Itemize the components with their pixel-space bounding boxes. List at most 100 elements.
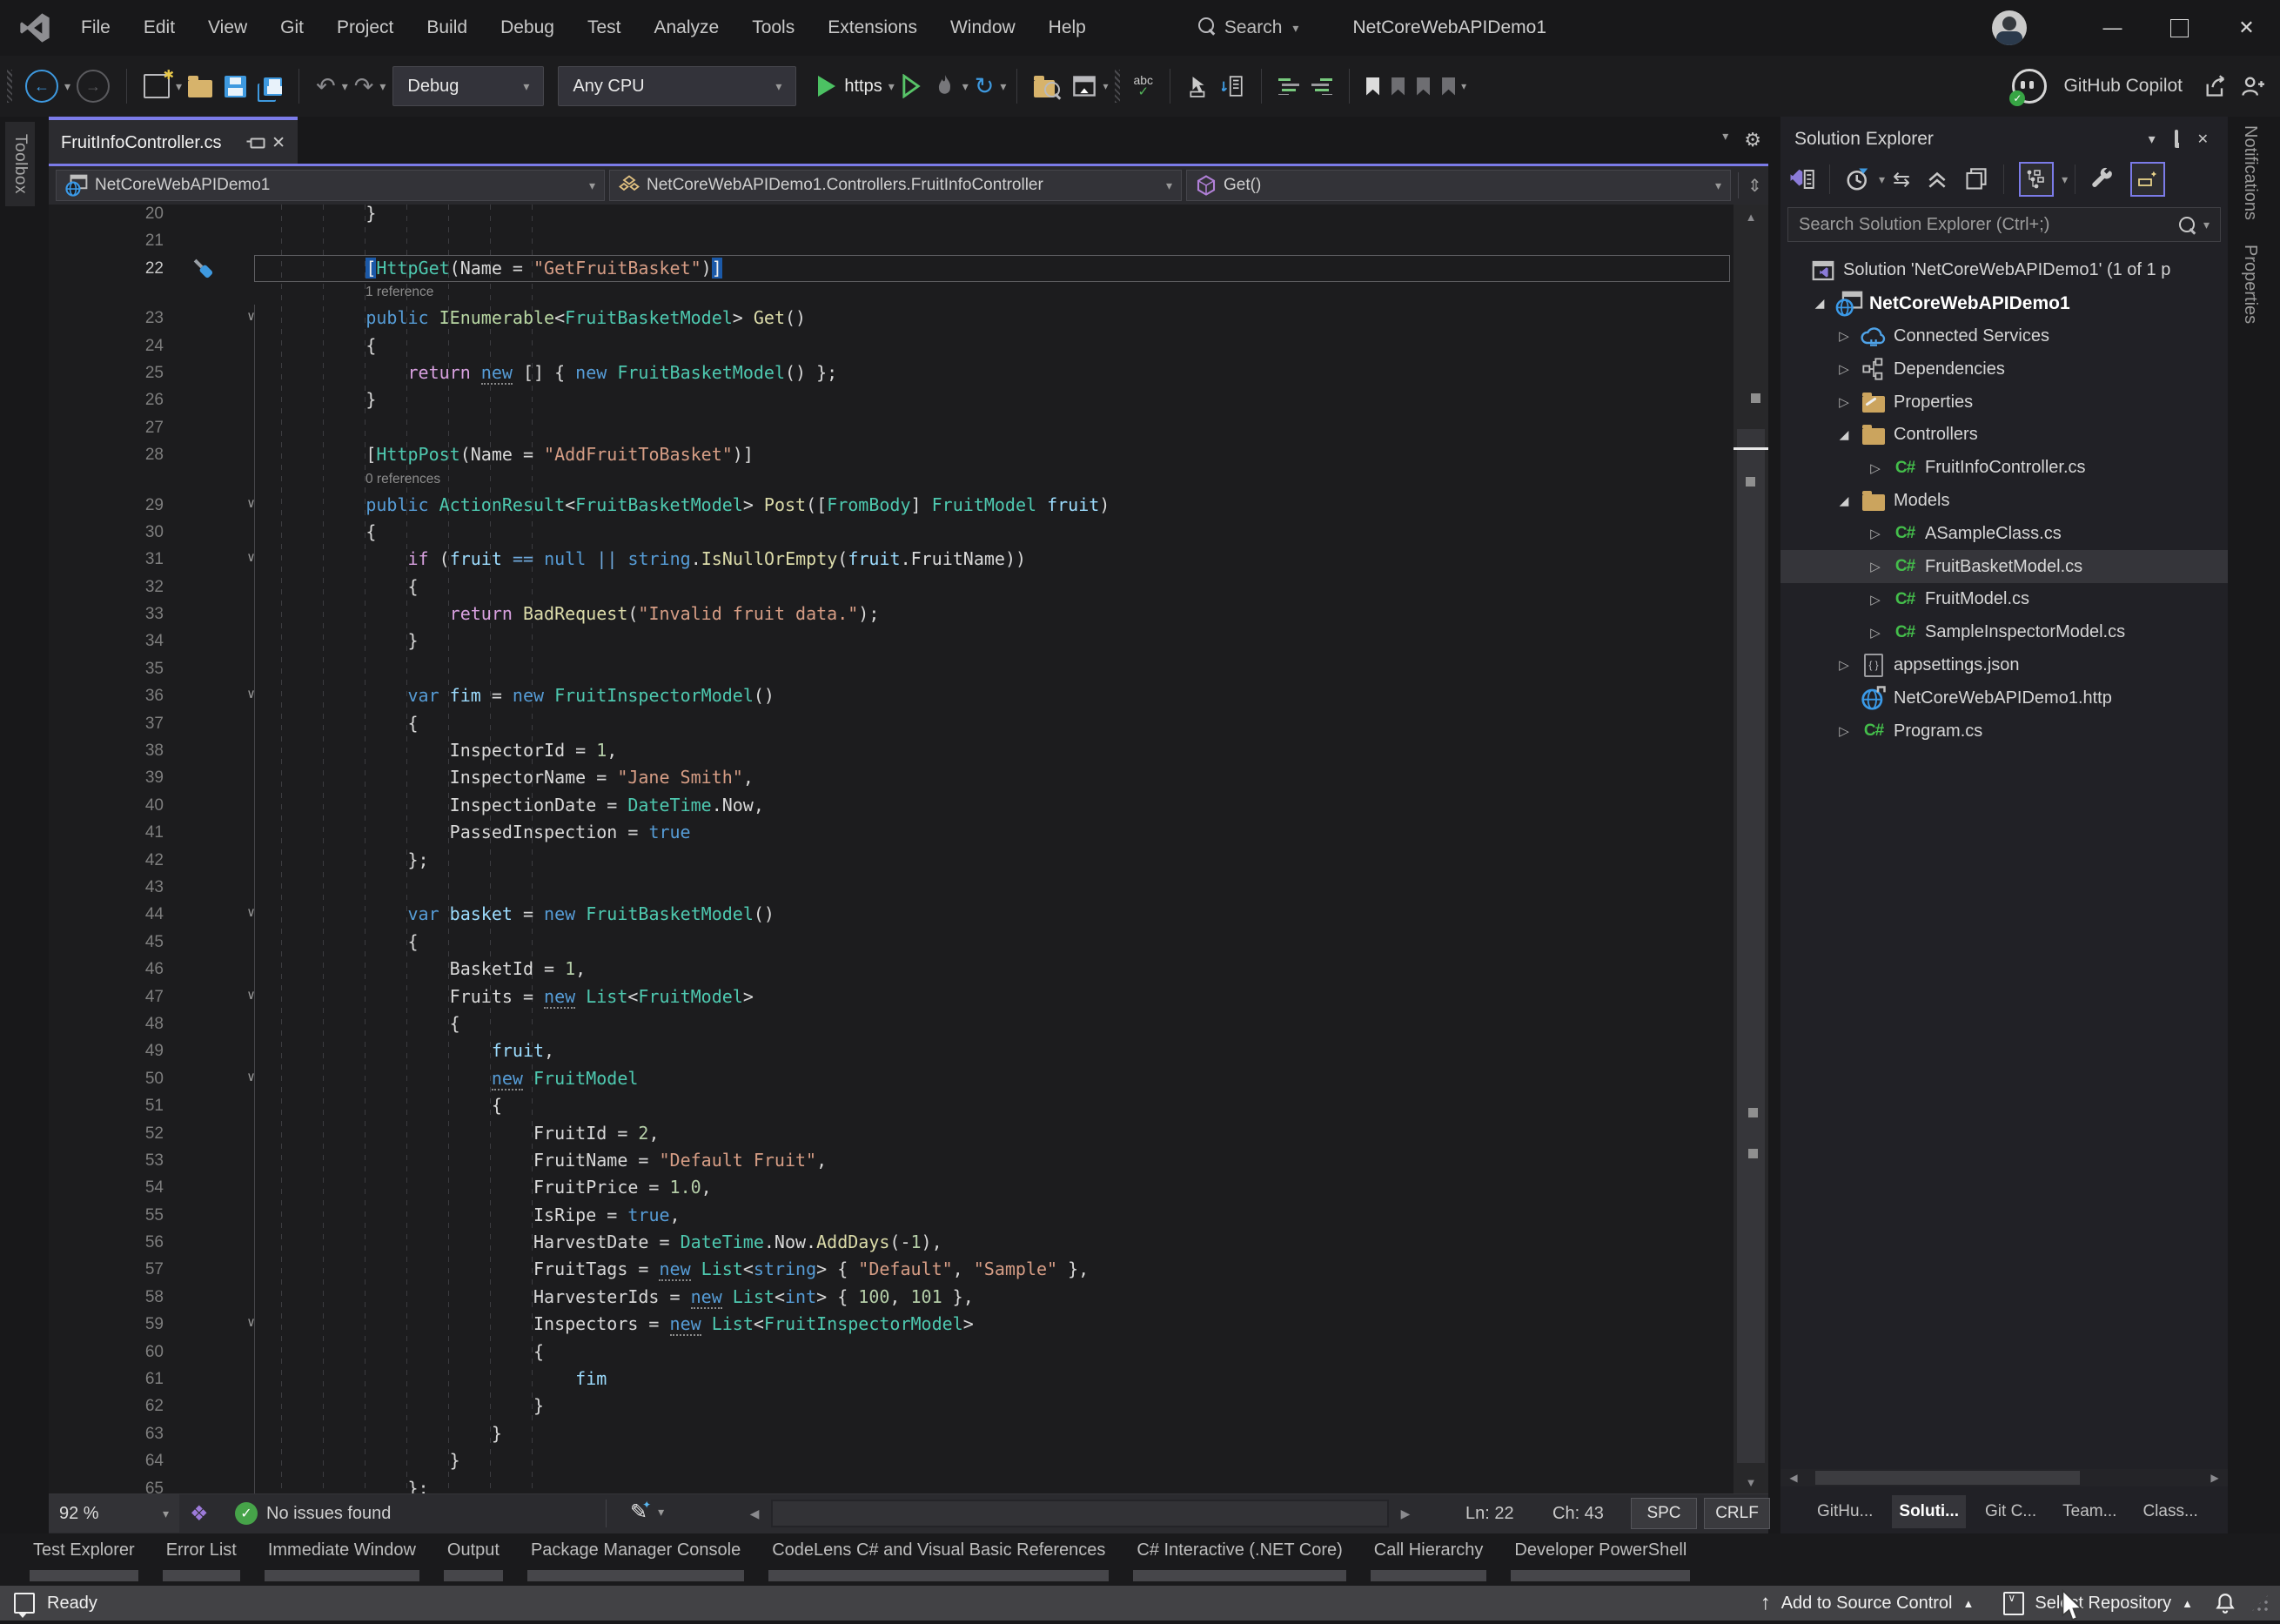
code-line-52[interactable]: 52 FruitId = 2, — [49, 1120, 1733, 1147]
document-list-dropdown[interactable]: ▾ — [1722, 129, 1728, 151]
line-number-32[interactable]: 32 — [49, 574, 179, 601]
new-project-dropdown[interactable]: ▾ — [176, 79, 182, 94]
tool-tab-git-c[interactable]: Git C... — [1978, 1495, 2043, 1528]
issues-indicator[interactable]: ✓ No issues found — [235, 1494, 391, 1533]
expander-collapsed-icon[interactable]: ▷ — [1862, 592, 1888, 607]
menu-debug[interactable]: Debug — [484, 0, 571, 56]
line-number-51[interactable]: 51 — [49, 1092, 179, 1119]
line-number-30[interactable]: 30 — [49, 519, 179, 546]
pending-changes-filter-icon[interactable] — [1845, 166, 1871, 192]
line-number-33[interactable]: 33 — [49, 601, 179, 627]
code-line-34[interactable]: 34 } — [49, 627, 1733, 654]
line-number-64[interactable]: 64 — [49, 1447, 179, 1474]
line-number-63[interactable]: 63 — [49, 1420, 179, 1447]
tree-item-fruitmodel-cs[interactable]: ▷C#FruitModel.cs — [1780, 583, 2228, 616]
zoom-level-dropdown[interactable]: 92 %▾ — [49, 1494, 179, 1533]
line-number-59[interactable]: 59 — [49, 1311, 179, 1338]
code-line-33[interactable]: 33 return BadRequest("Invalid fruit data… — [49, 601, 1733, 627]
codelens-references[interactable]: 1 reference — [49, 282, 1733, 305]
feedback-flag-icon[interactable] — [14, 1593, 35, 1614]
bookmark-overflow-dropdown[interactable]: ▾ — [1461, 80, 1466, 92]
hscroll-left-icon[interactable]: ◀ — [741, 1501, 768, 1526]
line-number-20[interactable]: 20 — [49, 205, 179, 227]
expander-collapsed-icon[interactable]: ▷ — [1831, 328, 1857, 344]
edit-project-file-wrench-icon[interactable] — [2090, 167, 2115, 191]
code-line-23[interactable]: 23∨ public IEnumerable<FruitBasketModel>… — [49, 305, 1733, 332]
tree-item-netcorewebapidemo1[interactable]: ◢NetCoreWebAPIDemo1 — [1780, 287, 2228, 320]
menu-view[interactable]: View — [191, 0, 264, 56]
comment-lines-icon[interactable] — [1278, 77, 1299, 95]
expander-collapsed-icon[interactable]: ▷ — [1862, 460, 1888, 476]
panel-tab-test-explorer[interactable]: Test Explorer — [33, 1533, 135, 1586]
status-line-ending-toggle[interactable]: CRLF — [1704, 1498, 1770, 1529]
panel-tab-codelens-c-and-visual-basic-references[interactable]: CodeLens C# and Visual Basic References — [772, 1533, 1105, 1586]
code-line-36[interactable]: 36∨ var fim = new FruitInspectorModel() — [49, 682, 1733, 709]
line-number-21[interactable]: 21 — [49, 227, 179, 254]
fold-collapse-icon[interactable]: ∨ — [247, 1069, 255, 1084]
code-line-40[interactable]: 40 InspectionDate = DateTime.Now, — [49, 792, 1733, 819]
toggle-bookmark-icon[interactable] — [1366, 77, 1379, 96]
expander-expanded-icon[interactable]: ◢ — [1831, 427, 1857, 442]
line-number-38[interactable]: 38 — [49, 737, 179, 764]
code-line-24[interactable]: 24 { — [49, 332, 1733, 359]
line-number-53[interactable]: 53 — [49, 1147, 179, 1174]
expander-expanded-icon[interactable]: ◢ — [1831, 493, 1857, 508]
clear-bookmarks-icon[interactable] — [1442, 77, 1455, 96]
navigate-back-dropdown[interactable]: ▾ — [64, 79, 70, 94]
line-number-35[interactable]: 35 — [49, 655, 179, 682]
menu-analyze[interactable]: Analyze — [637, 0, 735, 56]
restart-dropdown[interactable]: ▾ — [1000, 79, 1006, 94]
hscroll-right-icon[interactable]: ▶ — [1392, 1501, 1418, 1526]
line-number-31[interactable]: 31 — [49, 546, 179, 573]
code-line-53[interactable]: 53 FruitName = "Default Fruit", — [49, 1147, 1733, 1174]
show-all-files-toggle[interactable] — [2019, 162, 2054, 197]
code-line-61[interactable]: 61 fim — [49, 1366, 1733, 1392]
code-line-37[interactable]: 37 { — [49, 710, 1733, 737]
minimize-button[interactable]: — — [2079, 0, 2146, 56]
hscroll-left-icon[interactable]: ◀ — [1780, 1469, 1807, 1486]
line-number-27[interactable]: 27 — [49, 414, 179, 441]
start-without-debug-button[interactable] — [901, 74, 922, 98]
fold-collapse-icon[interactable]: ∨ — [247, 686, 255, 701]
code-line-65[interactable]: 65 }; — [49, 1475, 1733, 1494]
expander-collapsed-icon[interactable]: ▷ — [1831, 657, 1857, 673]
code-line-47[interactable]: 47∨ Fruits = new List<FruitModel> — [49, 983, 1733, 1010]
select-repository-button[interactable]: Select Repository ▲ — [1995, 1586, 2202, 1621]
line-number-49[interactable]: 49 — [49, 1037, 179, 1064]
code-line-51[interactable]: 51 { — [49, 1092, 1733, 1119]
code-editor[interactable]: 20 }2122 [HttpGet(Name = "GetFruitBasket… — [49, 205, 1768, 1494]
line-number-25[interactable]: 25 — [49, 359, 179, 386]
solution-explorer-search-input[interactable]: Search Solution Explorer (Ctrl+;) ▾ — [1787, 207, 2221, 242]
tree-item-fruitbasketmodel-cs[interactable]: ▷C#FruitBasketModel.cs — [1780, 550, 2228, 583]
save-button[interactable] — [225, 76, 246, 97]
github-copilot-icon[interactable]: ✓ — [2012, 69, 2057, 104]
tree-item-fruitinfocontroller-cs[interactable]: ▷C#FruitInfoController.cs — [1780, 452, 2228, 485]
tool-tab-soluti[interactable]: Soluti... — [1892, 1495, 1966, 1528]
panel-tab-output[interactable]: Output — [447, 1533, 500, 1586]
new-project-button[interactable] — [144, 74, 170, 98]
expander-collapsed-icon[interactable]: ▷ — [1862, 526, 1888, 541]
quick-actions-screwdriver-icon[interactable] — [189, 254, 218, 284]
start-debug-button[interactable]: https — [809, 76, 882, 97]
account-icon[interactable] — [2240, 74, 2264, 98]
open-file-button[interactable] — [188, 76, 212, 97]
line-number-61[interactable]: 61 — [49, 1366, 179, 1392]
hot-reload-dropdown[interactable]: ▾ — [962, 79, 969, 94]
tree-item-dependencies[interactable]: ▷Dependencies — [1780, 352, 2228, 386]
line-number-62[interactable]: 62 — [49, 1392, 179, 1419]
line-number-24[interactable]: 24 — [49, 332, 179, 359]
uncomment-lines-icon[interactable] — [1311, 77, 1332, 95]
code-line-54[interactable]: 54 FruitPrice = 1.0, — [49, 1174, 1733, 1201]
menu-build[interactable]: Build — [410, 0, 484, 56]
tab-toolbox[interactable]: Toolbox — [5, 122, 35, 206]
code-line-41[interactable]: 41 PassedInspection = true — [49, 819, 1733, 846]
notifications-bell-icon[interactable] — [2214, 1591, 2236, 1615]
share-icon[interactable] — [2203, 74, 2228, 98]
restart-button[interactable]: ↻ — [975, 73, 995, 100]
line-number-54[interactable]: 54 — [49, 1174, 179, 1201]
panel-tab-immediate-window[interactable]: Immediate Window — [268, 1533, 416, 1586]
code-line-56[interactable]: 56 HarvestDate = DateTime.Now.AddDays(-1… — [49, 1229, 1733, 1256]
tree-item-solution-netcorewebapidemo1-1-of-1-p[interactable]: Solution 'NetCoreWebAPIDemo1' (1 of 1 p — [1780, 254, 2228, 287]
editor-vertical-scrollbar[interactable]: ▲ ▼ — [1733, 205, 1768, 1494]
code-line-30[interactable]: 30 { — [49, 519, 1733, 546]
